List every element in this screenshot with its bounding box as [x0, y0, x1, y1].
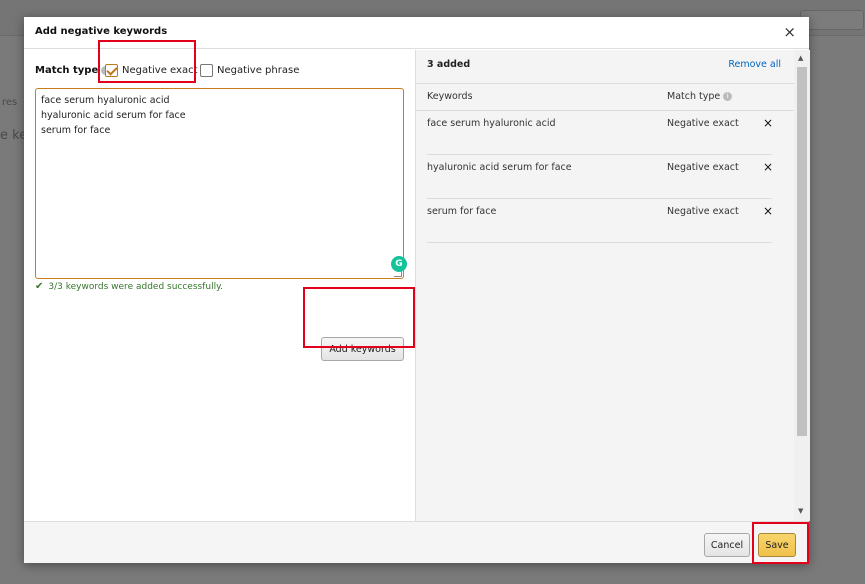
remove-row-icon[interactable]: × — [763, 160, 773, 174]
remove-row-icon[interactable]: × — [763, 116, 773, 130]
negative-phrase-checkbox[interactable] — [200, 63, 213, 77]
keyword-line: face serum hyaluronic acid — [41, 95, 170, 106]
negative-phrase-option[interactable]: Negative phrase — [200, 62, 299, 78]
save-button[interactable]: Save — [758, 533, 796, 557]
match-type-column-header: Match type i — [667, 91, 733, 102]
remove-row-icon[interactable]: × — [763, 204, 773, 218]
negative-exact-checkbox[interactable] — [105, 63, 118, 77]
row-match-type: Negative exact — [667, 118, 739, 129]
dialog-header: Add negative keywords × — [24, 17, 809, 49]
row-keyword: face serum hyaluronic acid — [427, 118, 556, 129]
negative-exact-option[interactable]: Negative exact — [105, 62, 198, 78]
row-match-type: Negative exact — [667, 206, 739, 217]
table-row: hyaluronic acid serum for face Negative … — [427, 155, 773, 199]
keyword-entry-pane: Match type i Negative exact Negative phr… — [24, 50, 415, 521]
cancel-button[interactable]: Cancel — [704, 533, 750, 557]
added-keywords-pane: 3 added Remove all Keywords Match type i… — [415, 50, 810, 521]
negative-exact-label[interactable]: Negative exact — [122, 65, 198, 76]
keywords-table-header: Keywords Match type i — [416, 83, 794, 111]
add-keywords-button[interactable]: Add keywords — [321, 337, 404, 361]
row-keyword: serum for face — [427, 206, 497, 217]
match-type-column-label: Match type — [667, 91, 721, 102]
scrollbar[interactable]: ▲ ▼ — [794, 50, 810, 521]
row-keyword: hyaluronic acid serum for face — [427, 162, 572, 173]
background-text-fragment: res — [2, 97, 18, 108]
resize-handle[interactable] — [394, 269, 402, 277]
keywords-column-header: Keywords — [427, 91, 473, 102]
keyword-line: hyaluronic acid serum for face — [41, 110, 186, 121]
keyword-line: serum for face — [41, 125, 111, 136]
match-type-row: Match type i — [35, 62, 111, 78]
scroll-down-arrow-icon[interactable]: ▼ — [798, 507, 803, 515]
added-count: 3 added — [427, 59, 471, 70]
dialog-footer: Cancel Save — [24, 521, 809, 563]
scroll-up-arrow-icon[interactable]: ▲ — [798, 54, 803, 62]
info-icon[interactable]: i — [723, 92, 733, 101]
background-search-box — [800, 10, 864, 30]
scrollbar-thumb[interactable] — [797, 67, 807, 436]
success-message: ✔ 3/3 keywords were added successfully. — [35, 281, 223, 292]
negative-phrase-label[interactable]: Negative phrase — [217, 65, 299, 76]
add-negative-keywords-dialog: Add negative keywords × Match type i Neg… — [24, 17, 810, 563]
keywords-textarea[interactable]: face serum hyaluronic acid hyaluronic ac… — [35, 88, 407, 279]
close-icon[interactable]: × — [783, 23, 796, 41]
checkmark-icon: ✔ — [35, 281, 44, 292]
dialog-title: Add negative keywords — [35, 26, 168, 37]
match-type-label: Match type — [35, 64, 99, 76]
row-match-type: Negative exact — [667, 162, 739, 173]
success-text: 3/3 keywords were added successfully. — [48, 281, 223, 292]
remove-all-link[interactable]: Remove all — [728, 59, 781, 70]
table-row: face serum hyaluronic acid Negative exac… — [427, 111, 773, 155]
table-row: serum for face Negative exact × — [427, 199, 773, 243]
